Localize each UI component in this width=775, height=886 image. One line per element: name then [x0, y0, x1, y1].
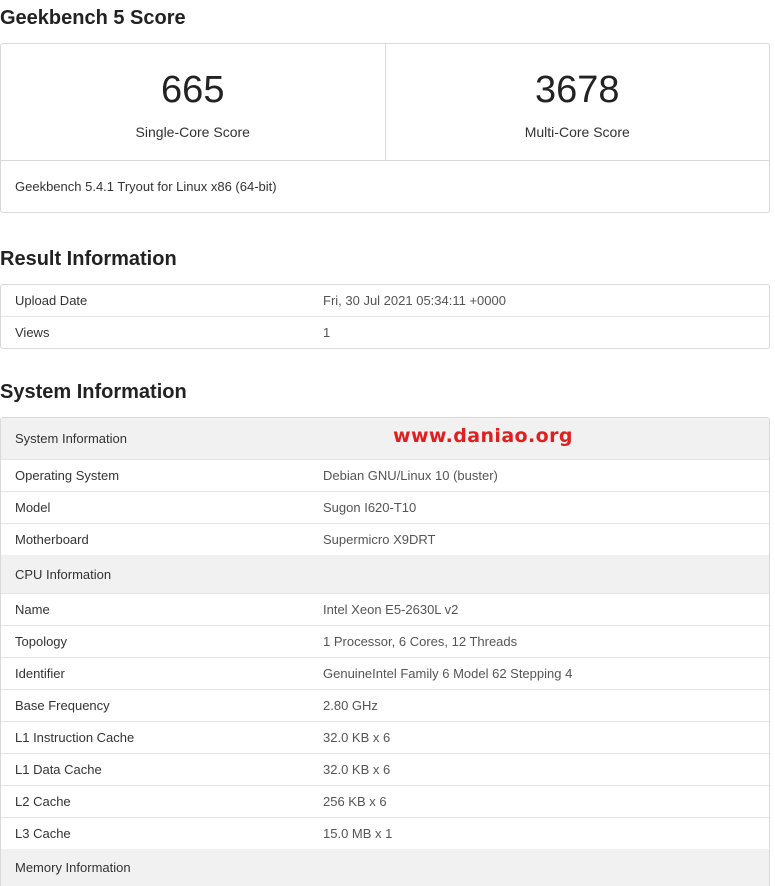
result-info-table: Upload Date Fri, 30 Jul 2021 05:34:11 +0… [1, 285, 769, 348]
upload-date-value: Fri, 30 Jul 2021 05:34:11 +0000 [323, 293, 506, 308]
table-row: Model Sugon I620-T10 [1, 491, 769, 524]
table-row: Base Frequency 2.80 GHz [1, 689, 769, 722]
multi-core-cell: 3678 Multi-Core Score [384, 44, 770, 160]
score-row: 665 Single-Core Score 3678 Multi-Core Sc… [1, 44, 769, 161]
cpu-name-value: Intel Xeon E5-2630L v2 [309, 593, 769, 626]
multi-core-label: Multi-Core Score [524, 124, 630, 140]
single-core-label: Single-Core Score [135, 124, 250, 140]
table-row: Upload Date Fri, 30 Jul 2021 05:34:11 +0… [1, 285, 769, 317]
table-row: Identifier GenuineIntel Family 6 Model 6… [1, 657, 769, 690]
topology-label: Topology [1, 625, 309, 658]
topology-value: 1 Processor, 6 Cores, 12 Threads [309, 625, 769, 658]
watermark-text: www.daniao.org [393, 424, 573, 447]
base-frequency-label: Base Frequency [1, 689, 309, 722]
table-row: Motherboard Supermicro X9DRT [1, 523, 769, 555]
l3-cache-label: L3 Cache [1, 817, 309, 849]
identifier-value: GenuineIntel Family 6 Model 62 Stepping … [309, 657, 769, 690]
l2-cache-label: L2 Cache [1, 785, 309, 818]
table-row: Operating System Debian GNU/Linux 10 (bu… [1, 459, 769, 492]
os-label: Operating System [1, 459, 309, 492]
system-info-card: System Information www.daniao.org Operat… [0, 417, 770, 886]
model-value: Sugon I620-T10 [309, 491, 769, 524]
l1-data-cache-label: L1 Data Cache [1, 753, 309, 786]
l1-instruction-cache-value: 32.0 KB x 6 [309, 721, 769, 754]
geekbench-result-page: Geekbench 5 Score 665 Single-Core Score … [0, 0, 775, 886]
l1-instruction-cache-label: L1 Instruction Cache [1, 721, 309, 754]
views-label: Views [1, 316, 309, 348]
table-row: L1 Instruction Cache 32.0 KB x 6 [1, 721, 769, 754]
table-row: L2 Cache 256 KB x 6 [1, 785, 769, 818]
system-info-table: System Information www.daniao.org Operat… [1, 418, 769, 886]
identifier-label: Identifier [1, 657, 309, 690]
table-row: Name Intel Xeon E5-2630L v2 [1, 593, 769, 626]
result-section-title: Result Information [0, 248, 177, 270]
cpu-name-label: Name [1, 593, 309, 626]
table-row: Topology 1 Processor, 6 Cores, 12 Thread… [1, 625, 769, 658]
system-section-title: System Information [0, 381, 187, 403]
model-label: Model [1, 491, 309, 524]
l1-data-cache-value: 32.0 KB x 6 [309, 753, 769, 786]
table-row: L1 Data Cache 32.0 KB x 6 [1, 753, 769, 786]
benchmark-version: Geekbench 5.4.1 Tryout for Linux x86 (64… [15, 179, 277, 194]
single-core-cell: 665 Single-Core Score [1, 44, 385, 160]
group-header-system: System Information www.daniao.org [1, 418, 769, 460]
single-core-score: 665 [161, 69, 225, 111]
l3-cache-value: 15.0 MB x 1 [309, 817, 769, 849]
views-value: 1 [309, 316, 769, 348]
table-row: L3 Cache 15.0 MB x 1 [1, 817, 769, 849]
upload-date-label: Upload Date [15, 293, 88, 308]
base-frequency-value: 2.80 GHz [309, 689, 769, 722]
os-value: Debian GNU/Linux 10 (buster) [309, 459, 769, 492]
group-heading-system: System Information [1, 418, 309, 460]
motherboard-value: Supermicro X9DRT [309, 523, 769, 555]
score-card: 665 Single-Core Score 3678 Multi-Core Sc… [0, 43, 770, 213]
multi-core-score: 3678 [534, 69, 620, 111]
result-info-card: Upload Date Fri, 30 Jul 2021 05:34:11 +0… [0, 284, 770, 349]
group-heading-cpu: CPU Information [1, 555, 309, 594]
motherboard-label: Motherboard [1, 523, 309, 555]
table-row: Views 1 [1, 316, 769, 348]
l2-cache-value: 256 KB x 6 [309, 785, 769, 818]
score-section-title: Geekbench 5 Score [0, 7, 186, 29]
group-header-cpu: CPU Information [1, 555, 769, 594]
